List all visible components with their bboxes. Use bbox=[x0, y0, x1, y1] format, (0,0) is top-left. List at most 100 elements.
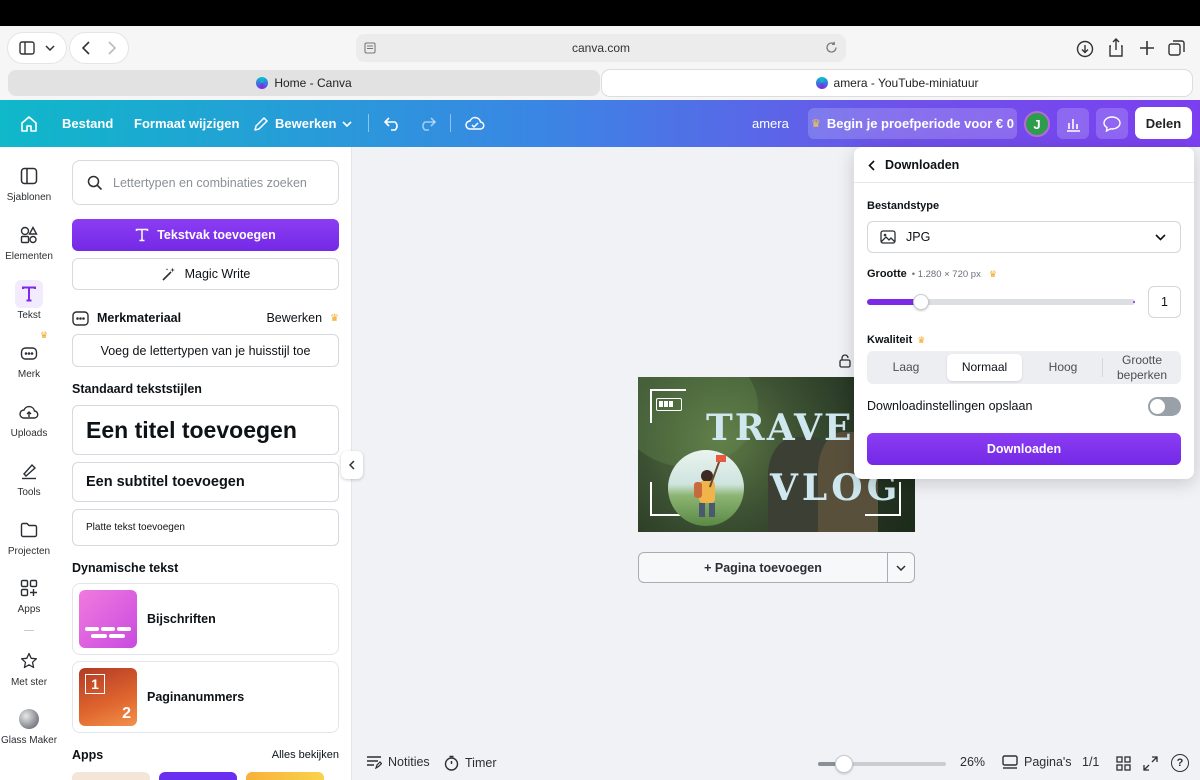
magic-wand-icon bbox=[161, 266, 177, 282]
tab-home[interactable]: Home - Canva bbox=[8, 70, 600, 96]
address-bar[interactable]: canva.com bbox=[356, 34, 846, 62]
download-panel-header[interactable]: Downloaden bbox=[868, 157, 959, 173]
rail-item-text[interactable]: Tekst bbox=[0, 280, 58, 321]
tab-design[interactable]: amera - YouTube-miniatuur bbox=[602, 70, 1192, 96]
back-icon[interactable] bbox=[82, 41, 90, 55]
app-thumbnail[interactable] bbox=[159, 772, 237, 780]
rail-item-elements[interactable]: Elementen bbox=[0, 224, 58, 262]
font-search-input[interactable]: Lettertypen en combinaties zoeken bbox=[72, 160, 339, 205]
rail-divider bbox=[24, 630, 34, 631]
zoom-slider-thumb[interactable] bbox=[835, 755, 853, 773]
file-menu[interactable]: Bestand bbox=[62, 100, 113, 147]
avatar[interactable]: J bbox=[1024, 111, 1050, 137]
size-multiplier-input[interactable]: 1 bbox=[1148, 286, 1181, 318]
add-body-text-button[interactable]: Platte tekst toevoegen bbox=[72, 509, 339, 546]
start-trial-button[interactable]: ♛ Begin je proefperiode voor € 0 bbox=[808, 108, 1017, 139]
canva-favicon-icon bbox=[815, 77, 828, 89]
zoom-value: 26% bbox=[960, 755, 986, 769]
pages-button[interactable]: Pagina's bbox=[1002, 755, 1072, 769]
insights-button[interactable] bbox=[1057, 108, 1089, 139]
rail-item-tools[interactable]: Tools bbox=[0, 460, 58, 498]
share-button[interactable]: Delen bbox=[1135, 107, 1192, 139]
crown-icon: ♛ bbox=[917, 334, 926, 345]
upload-icon bbox=[18, 401, 40, 423]
document-title[interactable]: amera bbox=[752, 100, 789, 147]
help-icon[interactable]: ? bbox=[1171, 754, 1189, 772]
size-value: • 1.280 × 720 px bbox=[911, 268, 981, 280]
resize-button[interactable]: Formaat wijzigen bbox=[134, 100, 239, 147]
brand-kit-header: Merkmateriaal Bewerken ♛ bbox=[72, 309, 339, 327]
folder-icon bbox=[18, 519, 40, 541]
grid-view-icon[interactable] bbox=[1116, 756, 1131, 771]
quality-option-limit-size[interactable]: Grootte beperken bbox=[1103, 351, 1181, 384]
new-tab-icon[interactable] bbox=[1139, 40, 1155, 56]
reload-icon[interactable] bbox=[825, 41, 838, 54]
see-all-link[interactable]: Alles bekijken bbox=[272, 749, 339, 761]
downloads-icon[interactable] bbox=[1076, 40, 1094, 58]
forward-icon[interactable] bbox=[108, 41, 116, 55]
share-icon[interactable] bbox=[1108, 38, 1124, 58]
toggle-knob bbox=[1150, 399, 1165, 414]
size-multiplier-value: 1 bbox=[1161, 295, 1168, 309]
zoom-slider-track[interactable] bbox=[818, 755, 946, 773]
add-textbox-button[interactable]: Tekstvak toevoegen bbox=[72, 219, 339, 251]
cloud-save-status[interactable] bbox=[465, 100, 485, 147]
zoom-level[interactable]: 26% bbox=[960, 755, 985, 769]
magic-write-button[interactable]: Magic Write bbox=[72, 258, 339, 290]
sidebar-toggle-button[interactable] bbox=[8, 33, 66, 63]
lock-icon[interactable] bbox=[839, 354, 851, 368]
tab-overview-icon[interactable] bbox=[1168, 40, 1185, 57]
add-brand-fonts-button[interactable]: Voeg de lettertypen van je huisstijl toe bbox=[72, 334, 339, 367]
quality-label: Kwaliteit bbox=[867, 334, 913, 346]
page-numbers-label: Paginanummers bbox=[147, 690, 245, 704]
notes-button[interactable]: Notities bbox=[366, 755, 430, 769]
rail-item-starred[interactable]: Met ster bbox=[0, 650, 58, 688]
redo-button[interactable] bbox=[418, 100, 436, 147]
page-count-value: 1/1 bbox=[1082, 755, 1100, 769]
bar-chart-icon bbox=[1065, 116, 1081, 132]
page-numbers-card[interactable]: 1 2 Paginanummers bbox=[72, 661, 339, 733]
brand-edit-link[interactable]: Bewerken bbox=[266, 311, 322, 325]
rail-item-templates[interactable]: Sjablonen bbox=[0, 165, 58, 203]
comment-icon bbox=[1103, 115, 1121, 132]
add-brand-fonts-label: Voeg de lettertypen van je huisstijl toe bbox=[100, 343, 311, 358]
rail-item-brand[interactable]: Merk bbox=[0, 342, 58, 380]
edit-mode-dropdown[interactable]: Bewerken bbox=[253, 100, 352, 147]
add-page-button[interactable]: + Pagina toevoegen bbox=[638, 552, 888, 583]
search-icon bbox=[87, 175, 103, 191]
captions-card[interactable]: Bijschriften bbox=[72, 583, 339, 655]
comments-button[interactable] bbox=[1096, 108, 1128, 139]
download-button[interactable]: Downloaden bbox=[867, 433, 1181, 465]
rail-item-projects[interactable]: Projecten bbox=[0, 519, 58, 557]
file-type-select[interactable]: JPG bbox=[867, 221, 1181, 253]
collapse-panel-button[interactable] bbox=[341, 451, 363, 479]
quality-option-low[interactable]: Laag bbox=[867, 351, 945, 384]
download-panel-title: Downloaden bbox=[885, 158, 960, 172]
timer-button[interactable]: Timer bbox=[444, 755, 496, 771]
brand-icon bbox=[18, 342, 40, 364]
chevron-down-icon bbox=[342, 120, 352, 127]
add-heading-button[interactable]: Een titel toevoegen bbox=[72, 405, 339, 455]
app-thumbnail[interactable] bbox=[72, 772, 150, 780]
star-icon bbox=[18, 650, 40, 672]
rail-item-label: Elementen bbox=[5, 251, 53, 262]
undo-button[interactable] bbox=[384, 100, 402, 147]
rail-item-uploads[interactable]: Uploads bbox=[0, 401, 58, 439]
app-thumbnail[interactable] bbox=[246, 772, 324, 780]
add-page-options-button[interactable] bbox=[887, 552, 915, 583]
size-slider-track[interactable] bbox=[867, 294, 1135, 310]
brand-icon bbox=[72, 310, 89, 326]
save-settings-toggle[interactable] bbox=[1148, 397, 1181, 416]
rail-item-glass-maker[interactable]: Glass Maker bbox=[0, 708, 58, 746]
quality-option-high[interactable]: Hoog bbox=[1024, 351, 1102, 384]
home-button[interactable] bbox=[20, 100, 38, 147]
fullscreen-icon[interactable] bbox=[1143, 756, 1158, 771]
left-rail: Sjablonen Elementen Tekst ♛ Merk Uploads… bbox=[0, 147, 58, 780]
add-subheading-button[interactable]: Een subtitel toevoegen bbox=[72, 462, 339, 502]
quality-option-label: Normaal bbox=[961, 360, 1008, 374]
size-slider-thumb[interactable] bbox=[913, 294, 929, 310]
quality-option-normal[interactable]: Normaal bbox=[947, 354, 1022, 381]
rail-item-apps[interactable]: Apps bbox=[0, 577, 58, 615]
file-type-value: JPG bbox=[906, 230, 931, 244]
reader-icon[interactable] bbox=[364, 42, 376, 54]
